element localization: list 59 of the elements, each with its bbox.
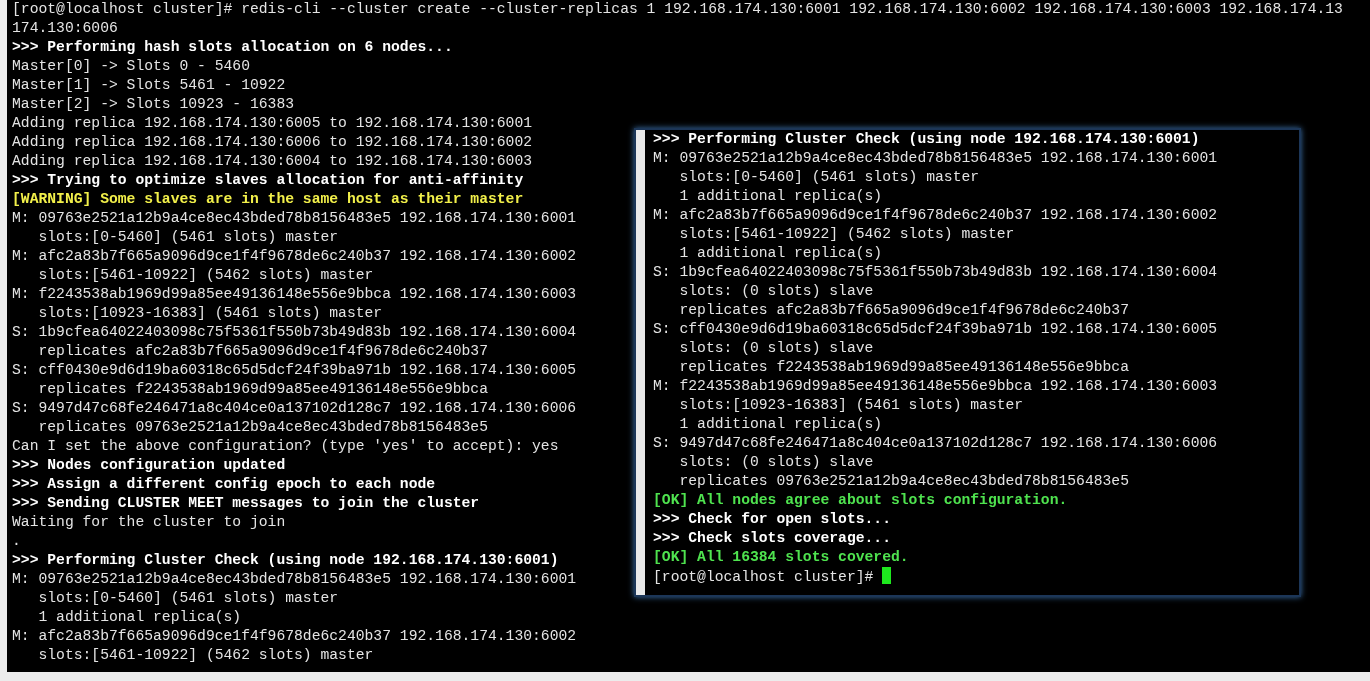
terminal-line: replicates 09763e2521a12b9a4ce8ec43bded78b8156483e5 — [37, 419, 488, 435]
terminal-line: Adding replica 192.168.174.130:6004 to 192.168.174.130:6003 — [12, 153, 533, 169]
terminal-line: [OK] All 16384 slots covered. — [653, 549, 909, 565]
terminal-line: >>> Nodes configuration updated — [12, 457, 286, 473]
terminal-line: S: 9497d47c68fe246471a8c404ce0a137102d128c7 192.168.174.130:6006 — [12, 400, 577, 416]
terminal-line: 1 additional replica(s) — [37, 609, 242, 625]
terminal-line: [root@localhost cluster]# redis-cli --cluster create --cluster-replicas 1 192.168.174.130:6001 192.168.174.130:6002 192.168.174.130:6003 192.168.174.13 — [12, 1, 1343, 17]
terminal-line: Adding replica 192.168.174.130:6005 to 192.168.174.130:6001 — [12, 115, 533, 131]
terminal-line: M: f2243538ab1969d99a85ee49136148e556e9bbca 192.168.174.130:6003 — [653, 378, 1218, 394]
terminal-line: slots: (0 slots) slave — [678, 283, 874, 299]
terminal-line: slots:[10923-16383] (5461 slots) master — [678, 397, 1024, 413]
terminal-line: slots: (0 slots) slave — [678, 454, 874, 470]
terminal-line: >>> Performing Cluster Check (using node 192.168.174.130:6001) — [12, 552, 559, 568]
terminal-line: Master[2] -> Slots 10923 - 16383 — [12, 96, 295, 112]
terminal-line: replicates afc2a83b7f665a9096d9ce1f4f9678de6c240b37 — [37, 343, 488, 359]
terminal-line: S: 1b9cfea64022403098c75f5361f550b73b49d83b 192.168.174.130:6004 — [653, 264, 1218, 280]
terminal-line: slots: (0 slots) slave — [678, 340, 874, 356]
terminal-line: S: cff0430e9d6d19ba60318c65d5dcf24f39ba971b 192.168.174.130:6005 — [12, 362, 577, 378]
terminal-line: [OK] All nodes agree about slots configuration. — [653, 492, 1068, 508]
shell-prompt: [root@localhost cluster]# — [653, 569, 875, 585]
warning-line: [WARNING] Some slaves are in the same host as their master — [12, 191, 524, 207]
terminal-line: >>> Check slots coverage... — [653, 530, 891, 546]
terminal-line: M: 09763e2521a12b9a4ce8ec43bded78b8156483e5 192.168.174.130:6001 — [12, 210, 577, 226]
terminal-line: S: 9497d47c68fe246471a8c404ce0a137102d128c7 192.168.174.130:6006 — [653, 435, 1218, 451]
terminal-line: M: 09763e2521a12b9a4ce8ec43bded78b8156483e5 192.168.174.130:6001 — [12, 571, 577, 587]
terminal-line: 174.130:6006 — [12, 20, 118, 36]
terminal-line: slots:[5461-10922] (5462 slots) master — [37, 267, 374, 283]
terminal-line: 1 additional replica(s) — [678, 416, 883, 432]
terminal-line: >>> Sending CLUSTER MEET messages to join the cluster — [12, 495, 480, 511]
terminal-line: 1 additional replica(s) — [678, 245, 883, 261]
terminal-line: >>> Performing hash slots allocation on 6 nodes... — [12, 39, 453, 55]
terminal-line: M: afc2a83b7f665a9096d9ce1f4f9678de6c240b37 192.168.174.130:6002 — [12, 628, 577, 644]
terminal-line: slots:[0-5460] (5461 slots) master — [678, 169, 980, 185]
terminal-line: Master[0] -> Slots 0 - 5460 — [12, 58, 250, 74]
terminal-line: slots:[10923-16383] (5461 slots) master — [37, 305, 383, 321]
terminal-line: replicates afc2a83b7f665a9096d9ce1f4f9678de6c240b37 — [678, 302, 1129, 318]
terminal-line: replicates f2243538ab1969d99a85ee49136148e556e9bbca — [37, 381, 488, 397]
terminal-line: Waiting for the cluster to join — [12, 514, 286, 530]
terminal-line: slots:[5461-10922] (5462 slots) master — [37, 647, 374, 663]
terminal-line: M: f2243538ab1969d99a85ee49136148e556e9bbca 192.168.174.130:6003 — [12, 286, 577, 302]
terminal-line: Can I set the above configuration? (type 'yes' to accept): yes — [12, 438, 559, 454]
terminal-line: >>> Performing Cluster Check (using node 192.168.174.130:6001) — [653, 131, 1200, 147]
terminal-line: >>> Check for open slots... — [653, 511, 891, 527]
terminal-line: slots:[5461-10922] (5462 slots) master — [678, 226, 1015, 242]
terminal-line: S: 1b9cfea64022403098c75f5361f550b73b49d83b 192.168.174.130:6004 — [12, 324, 577, 340]
terminal-line: replicates f2243538ab1969d99a85ee49136148e556e9bbca — [678, 359, 1129, 375]
terminal-line: . — [12, 533, 21, 549]
terminal-line: slots:[0-5460] (5461 slots) master — [37, 229, 339, 245]
terminal-line: S: cff0430e9d6d19ba60318c65d5dcf24f39ba971b 192.168.174.130:6005 — [653, 321, 1218, 337]
terminal-line: replicates 09763e2521a12b9a4ce8ec43bded78b8156483e5 — [678, 473, 1129, 489]
terminal-line: 1 additional replica(s) — [678, 188, 883, 204]
terminal-line: M: afc2a83b7f665a9096d9ce1f4f9678de6c240b37 192.168.174.130:6002 — [12, 248, 577, 264]
terminal-line: >>> Trying to optimize slaves allocation for anti-affinity — [12, 172, 524, 188]
terminal-line: M: afc2a83b7f665a9096d9ce1f4f9678de6c240b37 192.168.174.130:6002 — [653, 207, 1218, 223]
terminal-line: Master[1] -> Slots 5461 - 10922 — [12, 77, 286, 93]
terminal-line: slots:[0-5460] (5461 slots) master — [37, 590, 339, 606]
terminal-line: Adding replica 192.168.174.130:6006 to 192.168.174.130:6002 — [12, 134, 533, 150]
terminal-line: >>> Assign a different config epoch to each node — [12, 476, 436, 492]
terminal-line: M: 09763e2521a12b9a4ce8ec43bded78b8156483e5 192.168.174.130:6001 — [653, 150, 1218, 166]
